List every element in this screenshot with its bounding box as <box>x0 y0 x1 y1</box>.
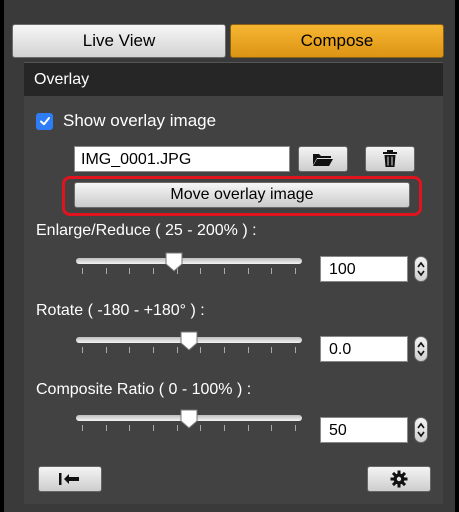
tab-live-view[interactable]: Live View <box>12 24 226 58</box>
folder-icon <box>313 154 333 166</box>
tab-compose[interactable]: Compose <box>230 24 444 58</box>
composite-stepper[interactable] <box>414 417 428 443</box>
composite-label: Composite Ratio ( 0 - 100% ) : <box>36 381 252 398</box>
composite-value-field[interactable]: 50 <box>320 417 408 443</box>
delete-overlay-button[interactable] <box>365 146 415 172</box>
show-overlay-checkbox[interactable] <box>36 112 53 130</box>
section-title: Overlay <box>34 70 90 88</box>
slider-thumb[interactable] <box>165 252 183 272</box>
overlay-file-field[interactable]: IMG_0001.JPG <box>74 146 290 172</box>
stepper-arrows-icon <box>417 341 425 357</box>
slider-ticks <box>82 268 296 274</box>
enlarge-value-field[interactable]: 100 <box>320 256 408 282</box>
trash-icon <box>383 150 397 167</box>
enlarge-slider[interactable] <box>76 252 302 276</box>
stepper-arrows-icon <box>417 261 425 277</box>
reset-arrow-icon <box>59 473 79 485</box>
rotate-value-field[interactable]: 0.0 <box>320 336 408 362</box>
gear-icon <box>390 470 408 488</box>
open-file-button[interactable] <box>298 146 348 172</box>
mode-tabs: Live View Compose <box>12 24 444 58</box>
stepper-arrows-icon <box>417 422 425 438</box>
composite-slider[interactable] <box>76 409 302 433</box>
slider-track <box>76 258 302 264</box>
slider-thumb[interactable] <box>180 409 198 429</box>
enlarge-stepper[interactable] <box>414 256 428 282</box>
settings-button[interactable] <box>367 466 431 492</box>
reset-button[interactable] <box>38 466 102 492</box>
enlarge-label: Enlarge/Reduce ( 25 - 200% ) : <box>36 222 257 239</box>
checkmark-icon <box>39 117 50 126</box>
rotate-slider[interactable] <box>76 331 302 355</box>
section-header-overlay: Overlay <box>24 62 443 96</box>
move-overlay-button[interactable]: Move overlay image <box>74 182 410 208</box>
rotate-stepper[interactable] <box>414 336 428 362</box>
show-overlay-row[interactable]: Show overlay image <box>36 111 216 131</box>
slider-thumb[interactable] <box>180 331 198 351</box>
rotate-label: Rotate ( -180 - +180° ) : <box>36 302 205 319</box>
show-overlay-label: Show overlay image <box>63 111 217 130</box>
